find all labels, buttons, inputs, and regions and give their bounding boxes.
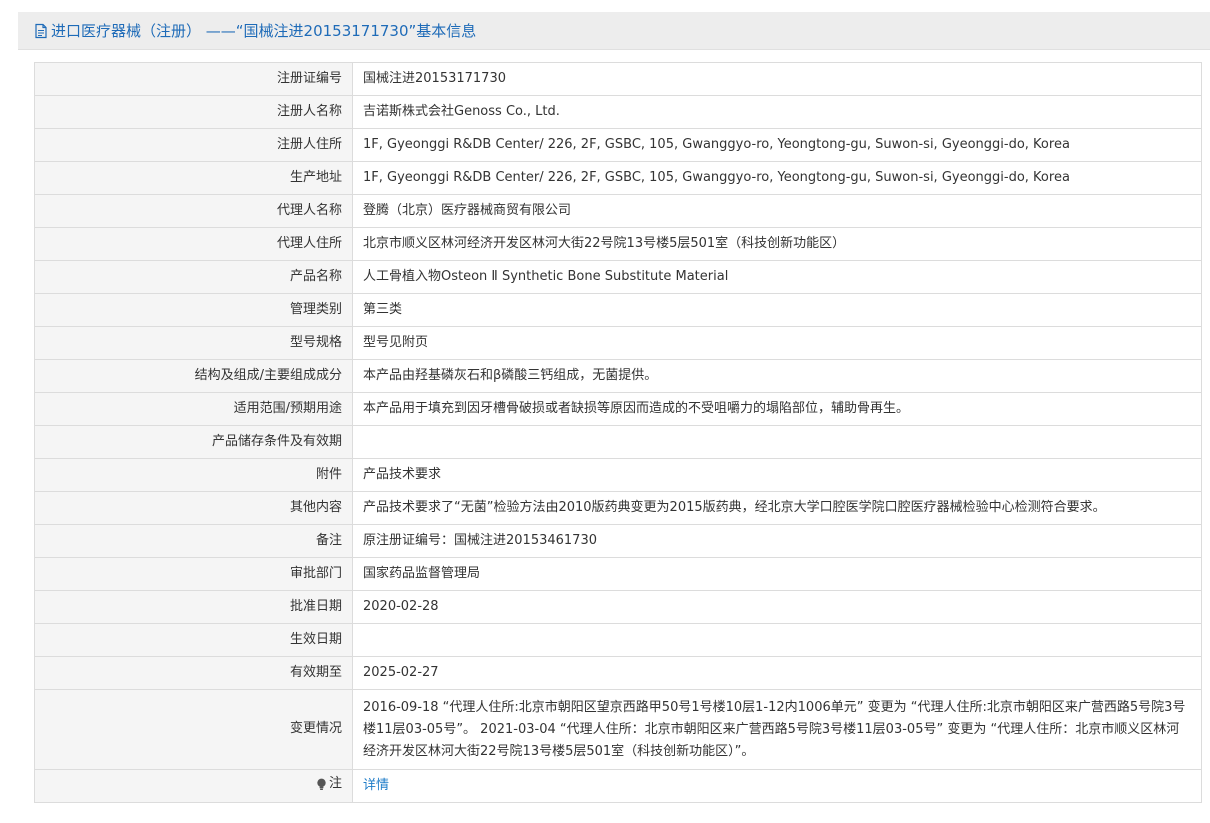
table-row: 变更情况 2016-09-18 “代理人住所:北京市朝阳区望京西路甲50号1号楼… — [34, 689, 1202, 770]
row-value: 2020-02-28 — [352, 590, 1202, 624]
row-value: 登腾（北京）医疗器械商贸有限公司 — [352, 194, 1202, 228]
row-label: 审批部门 — [34, 557, 353, 591]
row-label: 代理人住所 — [34, 227, 353, 261]
table-row: 其他内容 产品技术要求了“无菌”检验方法由2010版药典变更为2015版药典，经… — [34, 491, 1202, 525]
row-label: 其他内容 — [34, 491, 353, 525]
note-label-cell: 注 — [34, 769, 353, 803]
note-value-cell: 详情 — [352, 769, 1202, 803]
row-label: 备注 — [34, 524, 353, 558]
row-value: 2025-02-27 — [352, 656, 1202, 690]
document-icon — [35, 23, 47, 38]
row-value: 吉诺斯株式会社Genoss Co., Ltd. — [352, 95, 1202, 129]
row-value: 国械注进20153171730 — [352, 62, 1202, 96]
row-value: 本产品由羟基磷灰石和β磷酸三钙组成，无菌提供。 — [352, 359, 1202, 393]
row-value: 人工骨植入物Osteon Ⅱ Synthetic Bone Substitute… — [352, 260, 1202, 294]
note-row: 注 详情 — [34, 769, 1202, 803]
page: 进口医疗器械（注册） ——“国械注进20153171730”基本信息 注册证编号… — [0, 0, 1210, 823]
row-label: 管理类别 — [34, 293, 353, 327]
row-label: 注册人名称 — [34, 95, 353, 129]
note-label: 注 — [316, 776, 342, 793]
table-row: 代理人住所 北京市顺义区林河经济开发区林河大街22号院13号楼5层501室（科技… — [34, 227, 1202, 261]
table-row: 附件 产品技术要求 — [34, 458, 1202, 492]
row-value: 北京市顺义区林河经济开发区林河大街22号院13号楼5层501室（科技创新功能区） — [352, 227, 1202, 261]
row-label: 注册人住所 — [34, 128, 353, 162]
row-label: 变更情况 — [34, 689, 353, 770]
table-row: 代理人名称 登腾（北京）医疗器械商贸有限公司 — [34, 194, 1202, 228]
row-label: 结构及组成/主要组成成分 — [34, 359, 353, 393]
row-label: 批准日期 — [34, 590, 353, 624]
table-row: 有效期至 2025-02-27 — [34, 656, 1202, 690]
row-value — [352, 425, 1202, 459]
row-label: 产品储存条件及有效期 — [34, 425, 353, 459]
table-row: 注册人名称 吉诺斯株式会社Genoss Co., Ltd. — [34, 95, 1202, 129]
row-label: 有效期至 — [34, 656, 353, 690]
row-value: 型号见附页 — [352, 326, 1202, 360]
row-value: 原注册证编号：国械注进20153461730 — [352, 524, 1202, 558]
row-value: 2016-09-18 “代理人住所:北京市朝阳区望京西路甲50号1号楼10层1-… — [352, 689, 1202, 770]
row-value — [352, 623, 1202, 657]
row-value: 第三类 — [352, 293, 1202, 327]
page-header: 进口医疗器械（注册） ——“国械注进20153171730”基本信息 — [18, 12, 1210, 50]
table-row: 批准日期 2020-02-28 — [34, 590, 1202, 624]
row-label: 生产地址 — [34, 161, 353, 195]
row-label: 型号规格 — [34, 326, 353, 360]
table-row: 产品储存条件及有效期 — [34, 425, 1202, 459]
row-label: 适用范围/预期用途 — [34, 392, 353, 426]
row-value: 1F, Gyeonggi R&DB Center/ 226, 2F, GSBC,… — [352, 161, 1202, 195]
row-value: 国家药品监督管理局 — [352, 557, 1202, 591]
table-row: 结构及组成/主要组成成分 本产品由羟基磷灰石和β磷酸三钙组成，无菌提供。 — [34, 359, 1202, 393]
registration-detail-table: 注册证编号 国械注进20153171730 注册人名称 吉诺斯株式会社Genos… — [34, 62, 1202, 803]
table-row: 适用范围/预期用途 本产品用于填充到因牙槽骨破损或者缺损等原因而造成的不受咀嚼力… — [34, 392, 1202, 426]
details-link[interactable]: 详情 — [363, 778, 389, 793]
table-row: 审批部门 国家药品监督管理局 — [34, 557, 1202, 591]
table-row: 备注 原注册证编号：国械注进20153461730 — [34, 524, 1202, 558]
row-value: 1F, Gyeonggi R&DB Center/ 226, 2F, GSBC,… — [352, 128, 1202, 162]
note-label-text: 注 — [328, 775, 342, 791]
table-row: 生产地址 1F, Gyeonggi R&DB Center/ 226, 2F, … — [34, 161, 1202, 195]
row-label: 产品名称 — [34, 260, 353, 294]
row-value: 产品技术要求 — [352, 458, 1202, 492]
table-row: 型号规格 型号见附页 — [34, 326, 1202, 360]
page-title: 进口医疗器械（注册） ——“国械注进20153171730”基本信息 — [51, 22, 477, 40]
row-label: 附件 — [34, 458, 353, 492]
lightbulb-icon — [317, 778, 326, 790]
table-row: 注册人住所 1F, Gyeonggi R&DB Center/ 226, 2F,… — [34, 128, 1202, 162]
table-row: 注册证编号 国械注进20153171730 — [34, 62, 1202, 96]
row-label: 生效日期 — [34, 623, 353, 657]
row-label: 注册证编号 — [34, 62, 353, 96]
table-row: 生效日期 — [34, 623, 1202, 657]
table-row: 管理类别 第三类 — [34, 293, 1202, 327]
row-value: 产品技术要求了“无菌”检验方法由2010版药典变更为2015版药典，经北京大学口… — [352, 491, 1202, 525]
row-label: 代理人名称 — [34, 194, 353, 228]
table-row: 产品名称 人工骨植入物Osteon Ⅱ Synthetic Bone Subst… — [34, 260, 1202, 294]
row-value: 本产品用于填充到因牙槽骨破损或者缺损等原因而造成的不受咀嚼力的塌陷部位，辅助骨再… — [352, 392, 1202, 426]
